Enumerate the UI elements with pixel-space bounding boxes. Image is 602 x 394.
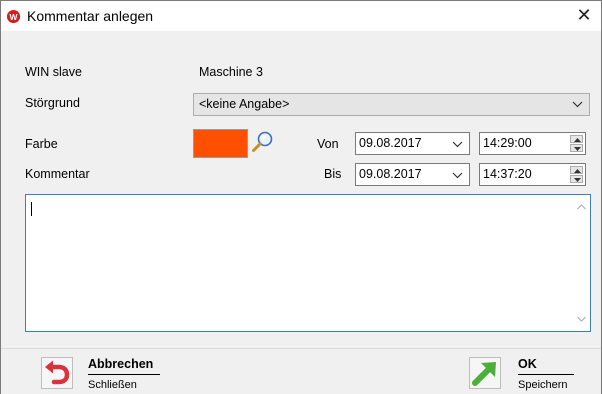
scroll-up-icon[interactable] bbox=[577, 204, 586, 210]
comment-textarea[interactable] bbox=[25, 194, 591, 332]
color-swatch[interactable] bbox=[193, 129, 248, 158]
stoergrund-label: Störgrund bbox=[25, 96, 80, 110]
color-picker-button[interactable] bbox=[249, 129, 276, 156]
ok-label: OK bbox=[518, 357, 537, 371]
chevron-down-icon bbox=[452, 172, 463, 179]
stoergrund-select[interactable]: <keine Angabe> bbox=[193, 93, 590, 116]
cancel-icon-box bbox=[41, 357, 73, 389]
ok-button[interactable]: OK Speichern bbox=[469, 357, 584, 393]
magnifier-icon bbox=[252, 131, 273, 152]
comment-scrollbar[interactable] bbox=[573, 195, 590, 331]
von-time-input[interactable]: 14:29:00 bbox=[479, 132, 586, 155]
chevron-down-icon bbox=[452, 141, 463, 148]
company-logo-icon: W bbox=[6, 9, 21, 24]
stoergrund-selected: <keine Angabe> bbox=[199, 97, 290, 111]
spin-down-icon[interactable] bbox=[570, 144, 583, 152]
ok-underline bbox=[518, 374, 574, 375]
scroll-down-icon[interactable] bbox=[577, 316, 586, 322]
ok-icon-box bbox=[469, 357, 501, 389]
farbe-label: Farbe bbox=[25, 137, 58, 151]
title-bar: W Kommentar anlegen ✕ bbox=[1, 1, 601, 31]
window-title: Kommentar anlegen bbox=[27, 8, 154, 24]
confirm-arrow-icon bbox=[472, 362, 496, 386]
cancel-sub-label: Schließen bbox=[88, 379, 137, 391]
bis-date-picker[interactable]: 09.08.2017 bbox=[355, 163, 470, 186]
undo-arrow-icon bbox=[45, 360, 70, 385]
von-date-value: 09.08.2017 bbox=[359, 136, 422, 150]
cancel-label: Abbrechen bbox=[88, 357, 154, 371]
chevron-down-icon bbox=[572, 101, 583, 108]
bis-date-value: 09.08.2017 bbox=[359, 167, 422, 181]
von-time-value: 14:29:00 bbox=[483, 136, 532, 150]
spin-down-icon[interactable] bbox=[570, 175, 583, 183]
close-icon: ✕ bbox=[576, 5, 592, 25]
ok-sub-label: Speichern bbox=[518, 379, 568, 391]
bis-time-input[interactable]: 14:37:20 bbox=[479, 163, 586, 186]
von-time-spinner[interactable] bbox=[570, 135, 583, 152]
spin-up-icon[interactable] bbox=[570, 135, 583, 143]
spin-up-icon[interactable] bbox=[570, 166, 583, 174]
bis-time-value: 14:37:20 bbox=[483, 167, 532, 181]
separator bbox=[1, 348, 601, 349]
von-date-picker[interactable]: 09.08.2017 bbox=[355, 132, 470, 155]
text-caret bbox=[31, 202, 32, 216]
bis-time-spinner[interactable] bbox=[570, 166, 583, 183]
cancel-button[interactable]: Abbrechen Schließen bbox=[41, 357, 171, 393]
kommentar-label: Kommentar bbox=[25, 167, 90, 181]
svg-text:W: W bbox=[10, 12, 18, 22]
cancel-underline bbox=[88, 374, 160, 375]
von-label: Von bbox=[317, 137, 339, 151]
bis-label: Bis bbox=[324, 167, 342, 181]
win-slave-label: WIN slave bbox=[25, 65, 82, 79]
win-slave-value: Maschine 3 bbox=[199, 65, 263, 79]
dialog-window: W Kommentar anlegen ✕ WIN slave Maschine… bbox=[0, 0, 602, 394]
close-button[interactable]: ✕ bbox=[567, 1, 601, 31]
